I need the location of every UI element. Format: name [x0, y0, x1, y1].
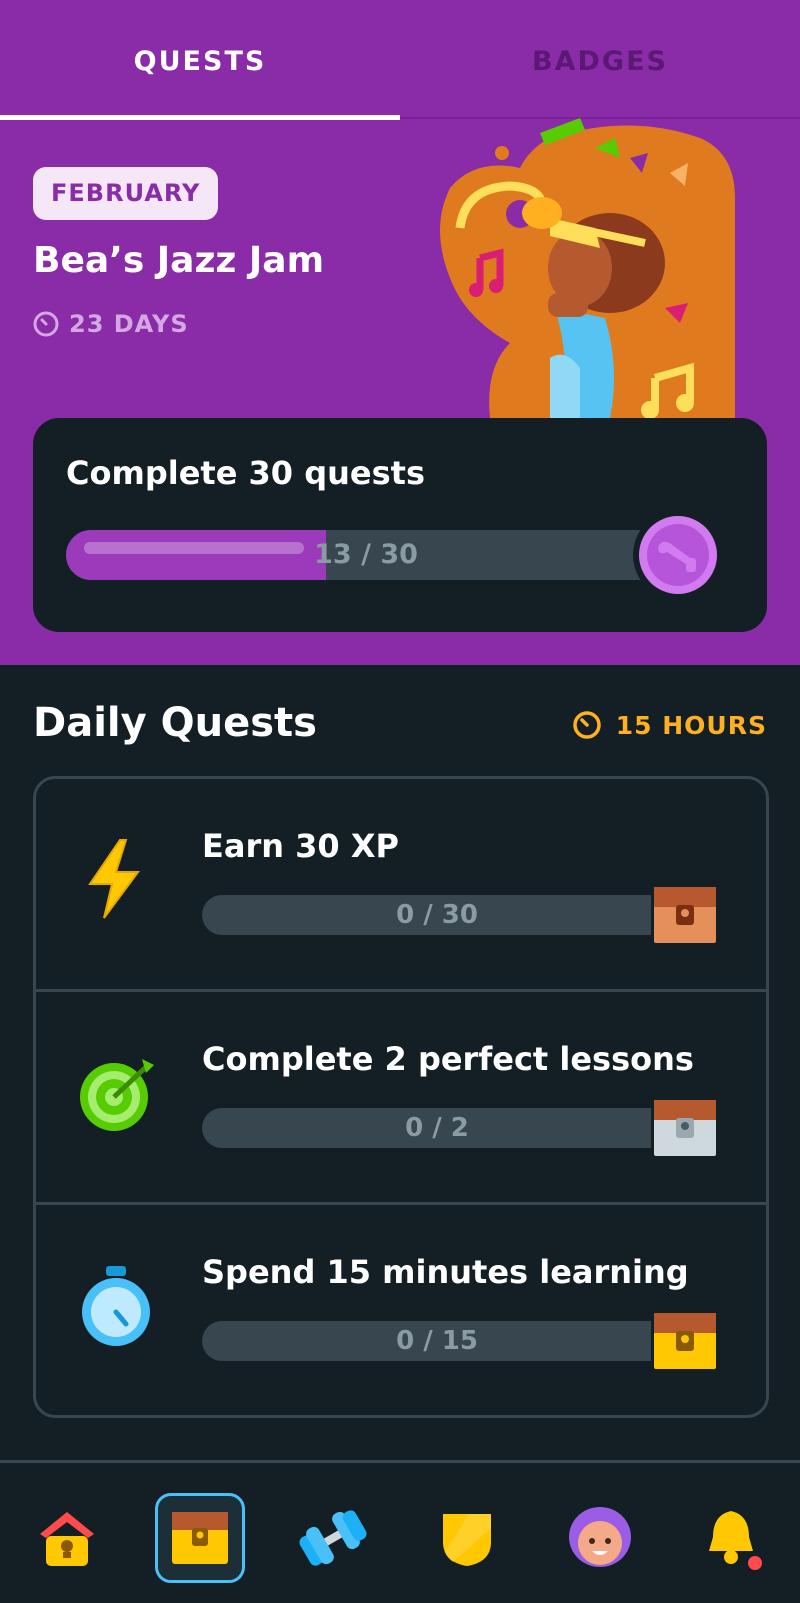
notification-dot: [748, 1556, 762, 1570]
quest-progress-bar: 0 / 15: [202, 1321, 672, 1361]
daily-quests-timer: 15 HOURS: [572, 710, 767, 740]
tab-badges[interactable]: BADGES: [400, 46, 800, 77]
month-badge: FEBRUARY: [33, 167, 219, 220]
silver-chest-icon: [651, 1097, 719, 1159]
quest-row-perfect-lessons[interactable]: Complete 2 perfect lessons 0 / 2: [36, 992, 766, 1202]
nav-leagues[interactable]: [422, 1493, 512, 1583]
quest-progress-text: 0 / 30: [396, 900, 478, 930]
monthly-progress-text: 13 / 30: [314, 539, 418, 570]
target-icon: [80, 1059, 154, 1131]
nav-home[interactable]: [22, 1493, 112, 1583]
stopwatch-icon: [82, 1266, 150, 1346]
quest-row-earn-xp[interactable]: Earn 30 XP 0 / 30: [36, 779, 766, 989]
daily-quests-timer-text: 15 HOURS: [615, 710, 767, 740]
quest-label: Earn 30 XP: [202, 827, 399, 865]
monthly-quest-card[interactable]: Complete 30 quests 13 / 30: [33, 418, 767, 632]
clock-icon: [33, 311, 59, 337]
home-icon: [40, 1512, 94, 1566]
nav-quests[interactable]: [155, 1493, 245, 1583]
daily-quests-title: Daily Quests: [33, 700, 317, 746]
monthly-quest-label: Complete 30 quests: [66, 454, 425, 492]
dumbbell-icon: [299, 1510, 367, 1566]
quest-label: Complete 2 perfect lessons: [202, 1040, 694, 1078]
event-time-left: 23 DAYS: [33, 310, 189, 338]
bottom-navigation: [0, 1460, 800, 1603]
bell-icon: [709, 1511, 762, 1570]
clock-icon: [573, 711, 601, 739]
quest-progress-bar: 0 / 30: [202, 895, 672, 935]
quest-label: Spend 15 minutes learning: [202, 1253, 689, 1291]
nav-profile[interactable]: [555, 1493, 645, 1583]
bronze-chest-icon: [651, 884, 719, 946]
nav-practice[interactable]: [288, 1493, 378, 1583]
nav-notifications[interactable]: [688, 1493, 778, 1583]
avatar-icon: [569, 1507, 631, 1567]
shield-icon: [443, 1514, 491, 1566]
quest-progress-text: 0 / 15: [396, 1326, 478, 1356]
quest-progress-text: 0 / 2: [405, 1113, 469, 1143]
trumpet-badge-icon: [633, 510, 723, 600]
event-title: Bea’s Jazz Jam: [33, 240, 325, 281]
active-tab-indicator: [0, 115, 400, 120]
daily-quests-list: Earn 30 XP 0 / 30 Complete 2 perfect les…: [33, 776, 769, 1418]
quest-row-spend-minutes[interactable]: Spend 15 minutes learning 0 / 15: [36, 1205, 766, 1415]
jazz-trumpet-illustration: [440, 118, 735, 418]
quest-progress-bar: 0 / 2: [202, 1108, 672, 1148]
monthly-progress-bar: 13 / 30: [66, 530, 666, 580]
monthly-event-section: QUESTS BADGES FEBRUARY Bea’s Jazz Jam 23…: [0, 0, 800, 665]
event-time-left-text: 23 DAYS: [69, 310, 189, 338]
tab-quests[interactable]: QUESTS: [0, 46, 400, 77]
gold-chest-icon: [651, 1310, 719, 1372]
chest-icon: [172, 1512, 228, 1564]
tab-bar: QUESTS BADGES: [0, 0, 800, 120]
lightning-icon: [88, 839, 140, 919]
